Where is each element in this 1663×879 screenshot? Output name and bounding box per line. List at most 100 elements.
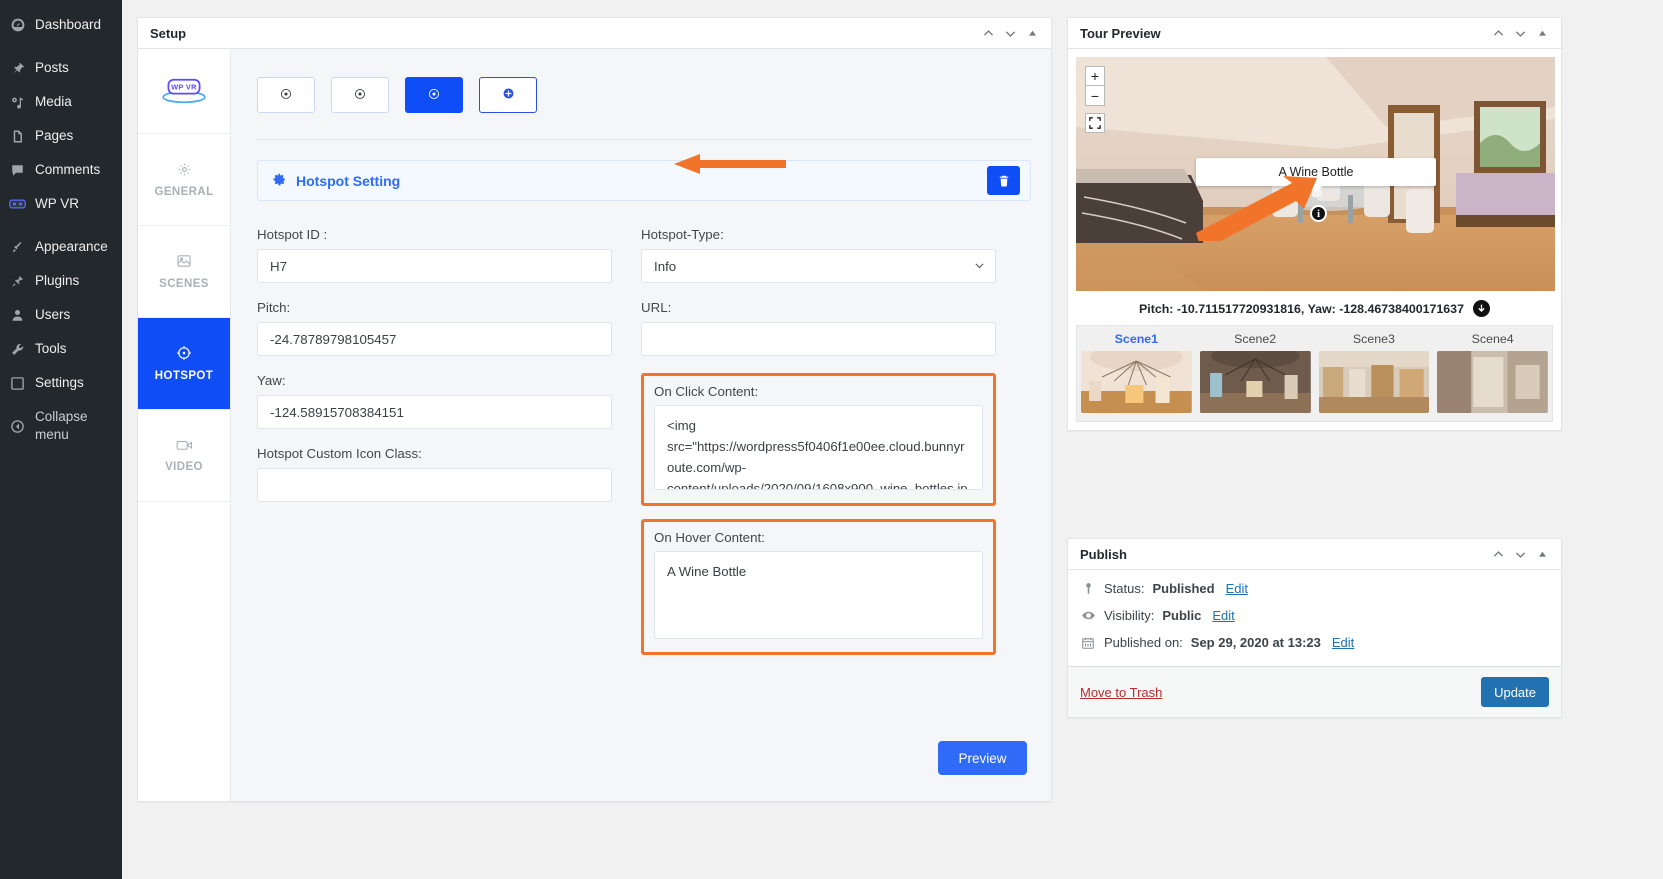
status-value: Published [1152, 581, 1214, 596]
dot-circle-icon [353, 87, 367, 104]
scene-thumbnail [1081, 351, 1192, 413]
publish-panel-body: Status: Published Edit Visibility: Publi… [1068, 570, 1561, 666]
sidebar-item-posts[interactable]: Posts [0, 51, 122, 85]
pitch-input[interactable] [257, 322, 612, 356]
panel-divider [257, 139, 1031, 140]
sidebar-label: Plugins [35, 272, 79, 290]
move-to-trash-link[interactable]: Move to Trash [1080, 685, 1162, 700]
publish-visibility-row: Visibility: Public Edit [1080, 608, 1549, 623]
toggle-panel-icon[interactable] [1531, 543, 1553, 565]
hotspot-id-input[interactable] [257, 249, 612, 283]
published-on-label: Published on: [1104, 635, 1183, 650]
sidebar-item-settings[interactable]: Settings [0, 366, 122, 400]
tab-label: HOTSPOT [155, 370, 213, 382]
edit-visibility-link[interactable]: Edit [1212, 608, 1234, 623]
coords-text: Pitch: -10.711517720931816, Yaw: -128.46… [1139, 302, 1464, 316]
custom-icon-class-input[interactable] [257, 468, 612, 502]
move-up-icon[interactable] [1487, 22, 1509, 44]
sidebar-label: Dashboard [35, 16, 101, 34]
panorama-viewer[interactable]: + − A Wine Bottle i [1076, 57, 1555, 291]
sidebar-item-plugins[interactable]: Plugins [0, 264, 122, 298]
setup-vertical-tabs: WP VR GENERAL SCENES [138, 49, 231, 801]
toggle-panel-icon[interactable] [1021, 22, 1043, 44]
hotspot-buttons-row [257, 77, 1031, 113]
delete-hotspot-button[interactable] [987, 166, 1020, 195]
on-hover-content-textarea[interactable]: A Wine Bottle [654, 551, 983, 639]
field-yaw: Yaw: [257, 373, 612, 429]
dashboard-icon [9, 17, 26, 34]
hotspot-button-3-selected[interactable] [405, 77, 463, 113]
url-input[interactable] [641, 322, 996, 356]
wpvr-logo-icon: WP VR [158, 75, 210, 107]
fullscreen-button[interactable] [1085, 113, 1105, 133]
scene-label: Scene4 [1437, 332, 1548, 346]
user-icon [9, 307, 26, 324]
on-hover-content-label: On Hover Content: [654, 530, 983, 545]
tour-preview-panel: Tour Preview [1067, 17, 1562, 431]
tour-preview-body: + − A Wine Bottle i [1068, 49, 1561, 430]
edit-date-link[interactable]: Edit [1332, 635, 1354, 650]
tab-video[interactable]: VIDEO [138, 410, 230, 502]
fullscreen-icon [1089, 117, 1101, 129]
tab-label: VIDEO [165, 461, 203, 473]
hotspot-type-label: Hotspot-Type: [641, 227, 996, 242]
dot-circle-icon [279, 87, 293, 104]
sidebar-item-wp-vr[interactable]: WP VR [0, 187, 122, 221]
hotspot-settings-panel: Hotspot Setting Hotspot ID : [231, 49, 1051, 801]
sidebar-item-comments[interactable]: Comments [0, 153, 122, 187]
download-coords-button[interactable] [1473, 300, 1490, 317]
svg-text:WP VR: WP VR [171, 83, 197, 92]
plus-circle-icon [501, 86, 516, 104]
scene-item-2[interactable]: Scene2 [1196, 332, 1315, 413]
yaw-input[interactable] [257, 395, 612, 429]
scene-item-4[interactable]: Scene4 [1433, 332, 1552, 413]
tab-scenes[interactable]: SCENES [138, 226, 230, 318]
sidebar-item-appearance[interactable]: Appearance [0, 230, 122, 264]
add-hotspot-button[interactable] [479, 77, 537, 113]
hotspot-button-1[interactable] [257, 77, 315, 113]
publish-panel-footer: Move to Trash Update [1068, 666, 1561, 717]
url-label: URL: [641, 300, 996, 315]
sidebar-divider [0, 42, 122, 51]
form-column-left: Hotspot ID : Pitch: Yaw: [257, 227, 612, 655]
setup-panel-header: Setup [138, 18, 1051, 49]
sidebar-item-dashboard[interactable]: Dashboard [0, 8, 122, 42]
crosshair-icon [176, 345, 192, 361]
info-hotspot-marker[interactable]: i [1310, 205, 1327, 222]
sidebar-item-media[interactable]: Media [0, 85, 122, 119]
toggle-panel-icon[interactable] [1531, 22, 1553, 44]
move-down-icon[interactable] [1509, 22, 1531, 44]
zoom-out-button[interactable]: − [1085, 86, 1105, 106]
hotspot-type-select[interactable]: Info [641, 249, 996, 283]
scene-thumbnail [1437, 351, 1548, 413]
tab-general[interactable]: GENERAL [138, 134, 230, 226]
on-click-content-textarea[interactable]: <img src="https://wordpress5f0406f1e00ee… [654, 405, 983, 490]
wrench-icon [9, 341, 26, 358]
move-up-icon[interactable] [977, 22, 999, 44]
publish-date-row: Published on: Sep 29, 2020 at 13:23 Edit [1080, 635, 1549, 650]
move-down-icon[interactable] [1509, 543, 1531, 565]
pin-icon [1080, 582, 1096, 595]
preview-button[interactable]: Preview [938, 741, 1027, 775]
status-label: Status: [1104, 581, 1144, 596]
scene-item-1[interactable]: Scene1 [1077, 332, 1196, 413]
wp-admin-screen: Dashboard Posts Media Pages Comments [0, 0, 1663, 879]
move-up-icon[interactable] [1487, 543, 1509, 565]
collapse-icon [9, 418, 26, 435]
hotspot-button-2[interactable] [331, 77, 389, 113]
move-down-icon[interactable] [999, 22, 1021, 44]
edit-status-link[interactable]: Edit [1226, 581, 1248, 596]
pitch-yaw-readout: Pitch: -10.711517720931816, Yaw: -128.46… [1076, 291, 1553, 325]
field-pitch: Pitch: [257, 300, 612, 356]
sidebar-item-tools[interactable]: Tools [0, 332, 122, 366]
sidebar-item-collapse-menu[interactable]: Collapse menu [0, 400, 122, 452]
tab-hotspot[interactable]: HOTSPOT [138, 318, 230, 410]
scene-item-3[interactable]: Scene3 [1315, 332, 1434, 413]
yaw-label: Yaw: [257, 373, 612, 388]
update-button[interactable]: Update [1481, 677, 1549, 707]
sidebar-item-pages[interactable]: Pages [0, 119, 122, 153]
published-on-value: Sep 29, 2020 at 13:23 [1191, 635, 1321, 650]
sidebar-item-users[interactable]: Users [0, 298, 122, 332]
admin-main-area: Setup [122, 0, 1663, 879]
zoom-in-button[interactable]: + [1085, 66, 1105, 86]
